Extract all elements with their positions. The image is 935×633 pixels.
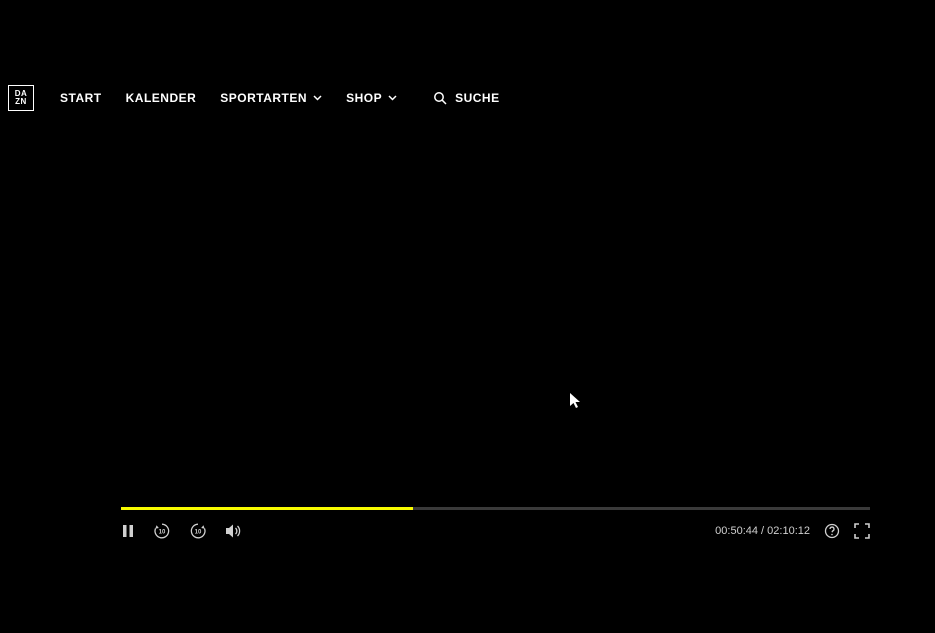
time-display: 00:50:44 / 02:10:12 xyxy=(715,525,810,537)
fullscreen-button[interactable] xyxy=(854,523,870,539)
current-time: 00:50:44 xyxy=(715,525,758,537)
nav-kalender-label: KALENDER xyxy=(126,91,197,105)
nav-sportarten[interactable]: SPORTARTEN xyxy=(220,91,322,105)
time-separator: / xyxy=(758,525,767,537)
logo-line-2: ZN xyxy=(15,98,28,106)
brand-logo[interactable]: DA ZN xyxy=(8,85,34,111)
nav-search[interactable]: SUCHE xyxy=(433,91,500,105)
chevron-down-icon xyxy=(313,95,322,101)
controls-right: 00:50:44 / 02:10:12 xyxy=(715,523,870,539)
forward-10-button[interactable]: 10 xyxy=(189,522,207,540)
svg-text:10: 10 xyxy=(159,530,166,536)
volume-button[interactable] xyxy=(225,523,243,539)
video-canvas[interactable] xyxy=(107,117,884,505)
nav-shop[interactable]: SHOP xyxy=(346,91,397,105)
player-controls: 10 10 00:50:44 / 02:10:12 xyxy=(121,517,870,545)
pause-button[interactable] xyxy=(121,524,135,538)
controls-left: 10 10 xyxy=(121,522,243,540)
nav-start-label: START xyxy=(60,91,102,105)
top-navigation: DA ZN START KALENDER SPORTARTEN SHOP SU xyxy=(0,83,935,113)
nav-start[interactable]: START xyxy=(60,91,102,105)
rewind-10-button[interactable]: 10 xyxy=(153,522,171,540)
svg-text:10: 10 xyxy=(195,530,202,536)
nav-search-label: SUCHE xyxy=(455,91,500,105)
nav-kalender[interactable]: KALENDER xyxy=(126,91,197,105)
search-icon xyxy=(433,91,447,105)
progress-bar[interactable] xyxy=(121,507,870,510)
nav-sportarten-label: SPORTARTEN xyxy=(220,91,307,105)
help-button[interactable] xyxy=(824,523,840,539)
main-nav: START KALENDER SPORTARTEN SHOP SUCHE xyxy=(60,91,500,105)
video-player: 10 10 00:50:44 / 02:10:12 xyxy=(107,117,884,553)
chevron-down-icon xyxy=(388,95,397,101)
mouse-cursor xyxy=(570,393,582,409)
duration: 02:10:12 xyxy=(767,525,810,537)
nav-shop-label: SHOP xyxy=(346,91,382,105)
progress-fill xyxy=(121,507,413,510)
